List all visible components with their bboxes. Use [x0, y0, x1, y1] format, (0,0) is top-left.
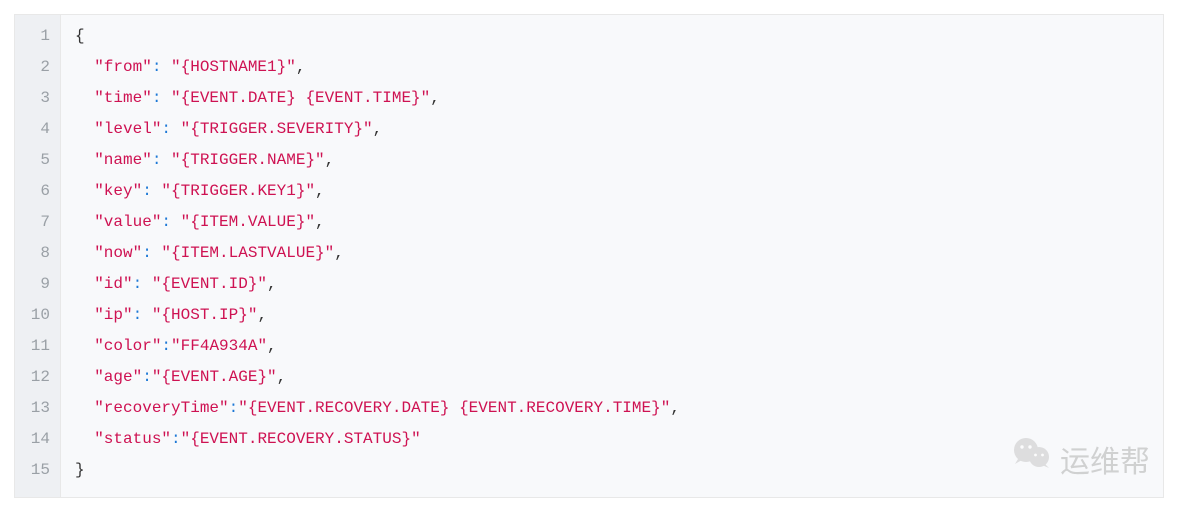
json-key: "id" — [94, 275, 132, 293]
line-number: 10 — [21, 300, 50, 331]
json-value: "{TRIGGER.NAME}" — [171, 151, 325, 169]
code-line: "time": "{EVENT.DATE} {EVENT.TIME}", — [75, 83, 1153, 114]
comma: , — [257, 306, 267, 324]
comma: , — [670, 399, 680, 417]
code-line: "now": "{ITEM.LASTVALUE}", — [75, 238, 1153, 269]
json-key: "ip" — [94, 306, 132, 324]
comma: , — [315, 182, 325, 200]
line-number: 6 — [21, 176, 50, 207]
json-value: "{ITEM.VALUE}" — [181, 213, 315, 231]
colon: : — [142, 182, 161, 200]
line-number: 4 — [21, 114, 50, 145]
brace: { — [75, 27, 85, 45]
colon: : — [133, 306, 152, 324]
colon: : — [229, 399, 239, 417]
colon: : — [171, 430, 181, 448]
code-line: "recoveryTime":"{EVENT.RECOVERY.DATE} {E… — [75, 393, 1153, 424]
json-key: "color" — [94, 337, 161, 355]
code-line: "id": "{EVENT.ID}", — [75, 269, 1153, 300]
json-value: "{EVENT.RECOVERY.DATE} {EVENT.RECOVERY.T… — [238, 399, 670, 417]
line-number: 13 — [21, 393, 50, 424]
json-key: "age" — [94, 368, 142, 386]
colon: : — [142, 368, 152, 386]
json-key: "now" — [94, 244, 142, 262]
code-line: } — [75, 455, 1153, 486]
json-value: "{EVENT.AGE}" — [152, 368, 277, 386]
colon: : — [152, 58, 171, 76]
code-line: "color":"FF4A934A", — [75, 331, 1153, 362]
json-key: "recoveryTime" — [94, 399, 228, 417]
json-value: "{TRIGGER.KEY1}" — [161, 182, 315, 200]
line-number: 2 — [21, 52, 50, 83]
line-number: 1 — [21, 21, 50, 52]
json-key: "status" — [94, 430, 171, 448]
json-value: "{EVENT.RECOVERY.STATUS}" — [181, 430, 421, 448]
comma: , — [334, 244, 344, 262]
json-value: "{HOST.IP}" — [152, 306, 258, 324]
code-line: "ip": "{HOST.IP}", — [75, 300, 1153, 331]
json-key: "value" — [94, 213, 161, 231]
json-value: "{EVENT.ID}" — [152, 275, 267, 293]
json-key: "name" — [94, 151, 152, 169]
colon: : — [152, 151, 171, 169]
code-block: 123456789101112131415 {"from": "{HOSTNAM… — [14, 14, 1164, 498]
line-number: 12 — [21, 362, 50, 393]
json-key: "time" — [94, 89, 152, 107]
colon: : — [142, 244, 161, 262]
json-key: "key" — [94, 182, 142, 200]
comma: , — [315, 213, 325, 231]
code-line: "age":"{EVENT.AGE}", — [75, 362, 1153, 393]
line-number: 8 — [21, 238, 50, 269]
line-number: 9 — [21, 269, 50, 300]
line-number: 5 — [21, 145, 50, 176]
line-number: 7 — [21, 207, 50, 238]
json-value: "{ITEM.LASTVALUE}" — [161, 244, 334, 262]
comma: , — [373, 120, 383, 138]
colon: : — [161, 213, 180, 231]
line-number: 11 — [21, 331, 50, 362]
line-number-gutter: 123456789101112131415 — [15, 15, 61, 497]
code-line: "name": "{TRIGGER.NAME}", — [75, 145, 1153, 176]
colon: : — [161, 337, 171, 355]
colon: : — [161, 120, 180, 138]
json-key: "from" — [94, 58, 152, 76]
json-key: "level" — [94, 120, 161, 138]
line-number: 14 — [21, 424, 50, 455]
brace: } — [75, 461, 85, 479]
colon: : — [133, 275, 152, 293]
code-line: "status":"{EVENT.RECOVERY.STATUS}" — [75, 424, 1153, 455]
code-line: "value": "{ITEM.VALUE}", — [75, 207, 1153, 238]
line-number: 3 — [21, 83, 50, 114]
colon: : — [152, 89, 171, 107]
code-line: { — [75, 21, 1153, 52]
code-line: "from": "{HOSTNAME1}", — [75, 52, 1153, 83]
json-value: "{HOSTNAME1}" — [171, 58, 296, 76]
comma: , — [430, 89, 440, 107]
json-value: "FF4A934A" — [171, 337, 267, 355]
code-line: "key": "{TRIGGER.KEY1}", — [75, 176, 1153, 207]
json-value: "{TRIGGER.SEVERITY}" — [181, 120, 373, 138]
code-line: "level": "{TRIGGER.SEVERITY}", — [75, 114, 1153, 145]
comma: , — [267, 275, 277, 293]
code-content[interactable]: {"from": "{HOSTNAME1}","time": "{EVENT.D… — [61, 15, 1163, 497]
comma: , — [267, 337, 277, 355]
json-value: "{EVENT.DATE} {EVENT.TIME}" — [171, 89, 430, 107]
comma: , — [277, 368, 287, 386]
comma: , — [325, 151, 335, 169]
line-number: 15 — [21, 455, 50, 486]
comma: , — [296, 58, 306, 76]
